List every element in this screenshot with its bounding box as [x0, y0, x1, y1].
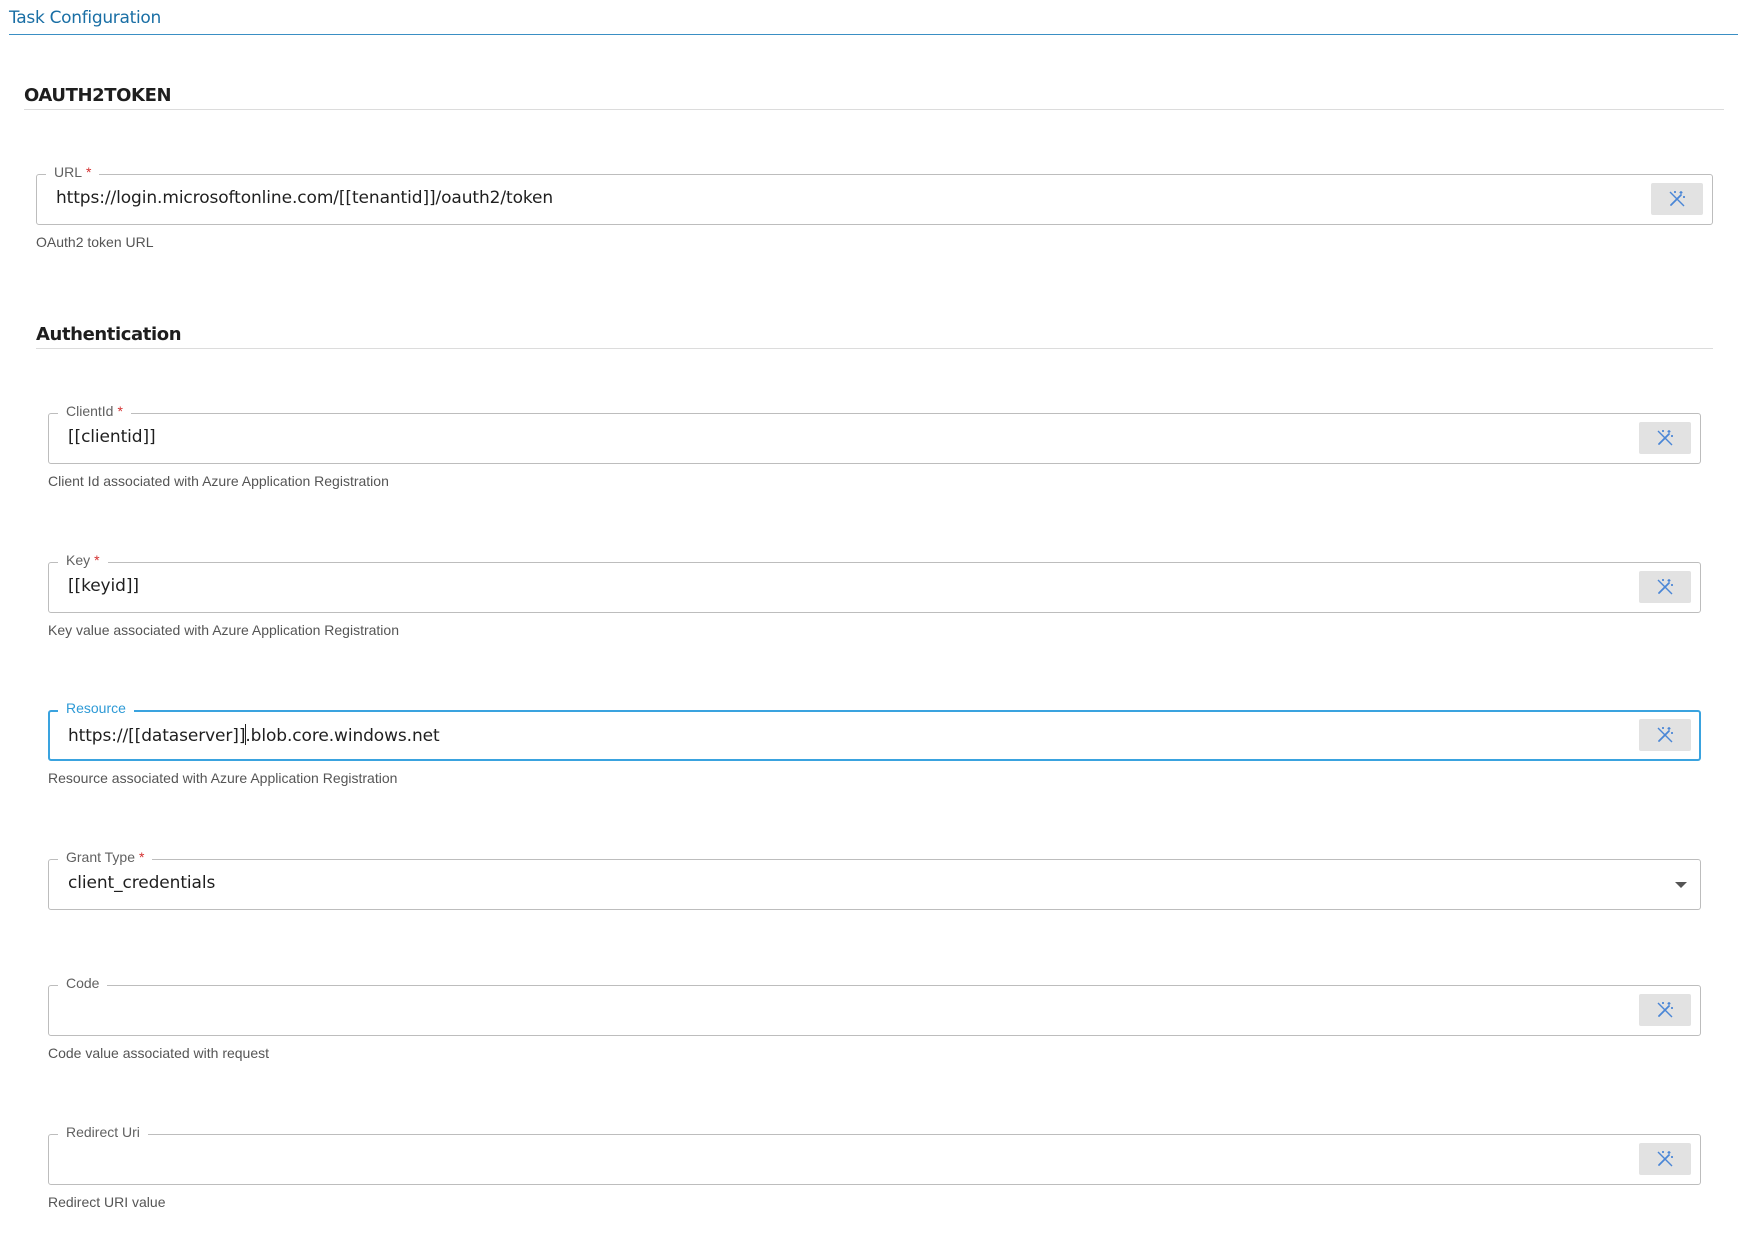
magic-wand-icon [1657, 727, 1673, 743]
chevron-down-icon[interactable] [1675, 882, 1687, 888]
section-divider [36, 348, 1713, 349]
key-helper-text: Key value associated with Azure Applicat… [48, 622, 399, 638]
code-field-box[interactable] [48, 985, 1701, 1036]
grant-type-select-box[interactable] [48, 859, 1701, 910]
magic-wand-icon [1657, 579, 1673, 595]
client-id-magic-wand-button[interactable] [1639, 422, 1691, 454]
url-input[interactable]: https://login.microsoftonline.com/[[tena… [56, 188, 553, 208]
resource-input[interactable]: https://[[dataserver]].blob.core.windows… [68, 724, 440, 746]
required-asterisk: * [139, 849, 145, 865]
section-divider [24, 109, 1724, 110]
key-label: Key * [58, 550, 108, 570]
redirect-uri-label: Redirect Uri [58, 1122, 148, 1142]
magic-wand-icon [1669, 191, 1685, 207]
resource-helper-text: Resource associated with Azure Applicati… [48, 770, 398, 786]
client-id-input[interactable]: [[clientid]] [68, 427, 156, 447]
required-asterisk: * [86, 164, 92, 180]
redirect-uri-helper-text: Redirect URI value [48, 1194, 166, 1210]
grant-type-selected-value[interactable]: client_credentials [68, 873, 215, 893]
code-magic-wand-button[interactable] [1639, 994, 1691, 1026]
client-id-field-box[interactable] [48, 413, 1701, 464]
redirect-uri-magic-wand-button[interactable] [1639, 1143, 1691, 1175]
code-label: Code [58, 973, 108, 993]
magic-wand-icon [1657, 1002, 1673, 1018]
title-divider [9, 34, 1738, 35]
url-label: URL * [46, 162, 100, 182]
section-title-authentication: Authentication [36, 324, 182, 345]
required-asterisk: * [117, 403, 123, 419]
grant-type-label: Grant Type * [58, 847, 153, 867]
key-field-box[interactable] [48, 562, 1701, 613]
key-magic-wand-button[interactable] [1639, 571, 1691, 603]
redirect-uri-field-box[interactable] [48, 1134, 1701, 1185]
magic-wand-icon [1657, 430, 1673, 446]
key-input[interactable]: [[keyid]] [68, 576, 139, 596]
url-helper-text: OAuth2 token URL [36, 234, 154, 250]
client-id-helper-text: Client Id associated with Azure Applicat… [48, 473, 389, 489]
url-magic-wand-button[interactable] [1651, 183, 1703, 215]
client-id-label: ClientId * [58, 401, 131, 421]
code-helper-text: Code value associated with request [48, 1045, 270, 1061]
magic-wand-icon [1657, 1151, 1673, 1167]
section-title-oauth2token: OAUTH2TOKEN [24, 85, 172, 106]
resource-magic-wand-button[interactable] [1639, 719, 1691, 751]
page-title: Task Configuration [9, 8, 161, 28]
required-asterisk: * [94, 552, 100, 568]
resource-label: Resource [58, 698, 134, 718]
